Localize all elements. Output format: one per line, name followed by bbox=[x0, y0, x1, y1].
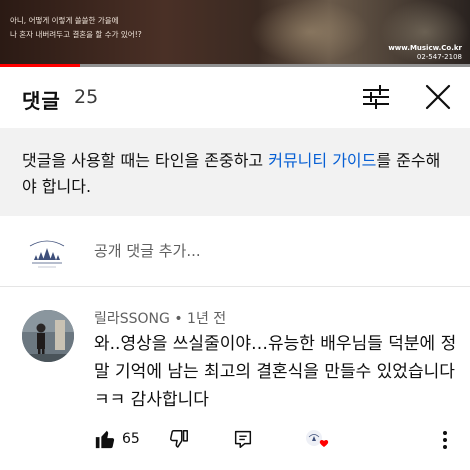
add-comment-placeholder[interactable]: 공개 댓글 추가... bbox=[94, 240, 201, 261]
reply-button[interactable] bbox=[232, 428, 254, 450]
thumbs-up-icon bbox=[95, 430, 115, 449]
community-guidelines-link[interactable]: 커뮤니티 가이드 bbox=[268, 151, 376, 170]
video-watermark-phone: 02-547-2108 bbox=[416, 53, 462, 61]
commenter-avatar[interactable] bbox=[22, 310, 74, 362]
video-caption-line-1: 아니, 어떻게 이렇게 쓸쓸한 가을에 bbox=[10, 16, 119, 25]
comments-count: 25 bbox=[74, 86, 99, 108]
comment-text: 와..영상을 쓰실줄이야…유능한 배우님들 덕분에 정말 기억에 남는 최고의 … bbox=[94, 334, 457, 410]
comment-actions: 65 bbox=[94, 428, 460, 452]
more-vert-icon bbox=[443, 431, 447, 449]
video-frame-detail bbox=[250, 0, 370, 64]
comment-item: 릴라SSONG • 1년 전 와..영상을 쓰실줄이야…유능한 배우님들 덕분에… bbox=[0, 300, 470, 470]
community-guidelines-notice: 댓글을 사용할 때는 타인을 존중하고 커뮤니티 가이드를 준수해야 합니다. bbox=[0, 128, 470, 216]
dislike-button[interactable] bbox=[168, 428, 190, 450]
add-comment-row[interactable]: 공개 댓글 추가... bbox=[0, 216, 470, 286]
reply-comment-icon bbox=[234, 430, 252, 448]
comments-title: 댓글 bbox=[22, 89, 61, 113]
comment-author[interactable]: 릴라SSONG bbox=[94, 311, 170, 327]
creator-heart-badge bbox=[302, 428, 334, 452]
video-caption-line-2: 나 혼자 내버려두고 결혼을 할 수가 있어!? bbox=[10, 30, 142, 39]
video-player[interactable]: 아니, 어떻게 이렇게 쓸쓸한 가을에 나 혼자 내버려두고 결혼을 할 수가 … bbox=[0, 0, 470, 64]
comments-header: 댓글 25 bbox=[0, 67, 470, 128]
sort-filter-icon[interactable] bbox=[360, 81, 392, 113]
guidelines-text-before: 댓글을 사용할 때는 타인을 존중하고 bbox=[22, 151, 269, 170]
thumbs-down-icon bbox=[169, 430, 188, 448]
comment-time[interactable]: 1년 전 bbox=[187, 311, 226, 327]
section-divider bbox=[0, 286, 470, 287]
user-avatar-logo bbox=[22, 230, 72, 280]
like-button[interactable] bbox=[94, 428, 116, 450]
comment-meta-separator: • bbox=[169, 311, 188, 327]
heart-icon bbox=[319, 439, 329, 447]
like-count: 65 bbox=[122, 431, 140, 447]
close-icon[interactable] bbox=[422, 81, 454, 113]
more-options-button[interactable] bbox=[434, 428, 456, 452]
comment-meta: 릴라SSONG • 1년 전 bbox=[94, 308, 226, 328]
video-watermark-url: www.Musicw.Co.kr bbox=[388, 44, 462, 52]
